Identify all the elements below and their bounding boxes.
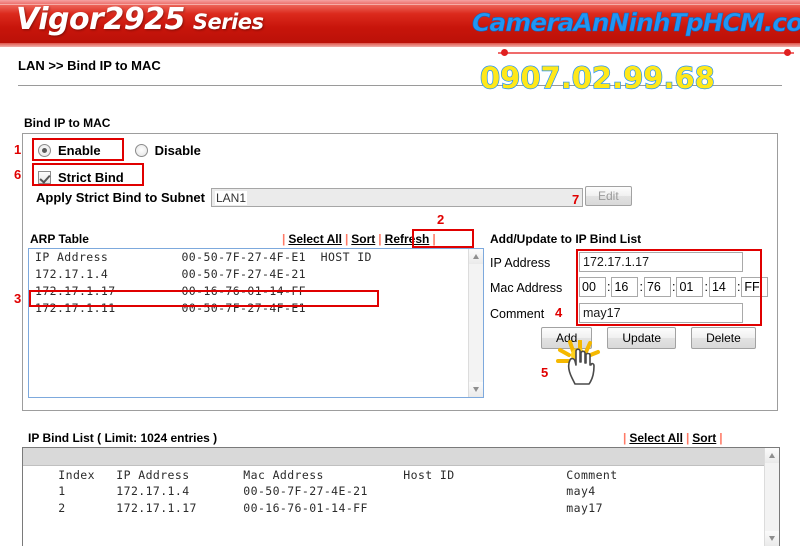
arp-sort-link[interactable]: Sort xyxy=(351,232,375,246)
page-title: Bind IP to MAC xyxy=(24,116,111,130)
mac-address-label: Mac Address xyxy=(490,281,563,295)
mode-radio-group: Enable Disable xyxy=(38,140,201,160)
scroll-down-button[interactable] xyxy=(765,531,779,546)
column-header-mac: Mac Address xyxy=(243,468,324,482)
link-separator: | xyxy=(719,431,723,445)
link-separator: | xyxy=(378,232,382,246)
link-separator: | xyxy=(282,232,286,246)
column-header-index: Index xyxy=(58,468,95,482)
update-button[interactable]: Update xyxy=(607,327,677,349)
comment-label: Comment xyxy=(490,307,545,321)
ip-bind-list-header: Index IP Address Mac Address Host ID Comment xyxy=(23,448,779,482)
ip-bind-list-links: | Select All | Sort | xyxy=(620,431,726,445)
radio-disable-label: Disable xyxy=(154,142,201,158)
radio-disable[interactable] xyxy=(134,143,148,157)
arp-table-title: ARP Table xyxy=(30,232,89,246)
add-update-title: Add/Update to IP Bind List xyxy=(490,232,642,246)
annotation-number-3: 3 xyxy=(14,291,22,306)
form-button-row: Add Update Delete xyxy=(541,327,756,349)
arp-table-listbox[interactable]: IP Address 00-50-7F-27-4F-E1 HOST ID 172… xyxy=(28,248,484,398)
watermark-phone: 0907.02.99.68 xyxy=(479,60,715,95)
arp-table-row[interactable]: 172.17.1.4 00-50-7F-27-4E-21 xyxy=(29,266,483,283)
annotation-number-1: 1 xyxy=(14,142,22,157)
triangle-up-icon xyxy=(769,453,775,458)
scroll-up-button[interactable] xyxy=(765,448,779,463)
annotation-number-5: 5 xyxy=(541,365,549,380)
watermark-site: CameraAnNinhTpHCM.com xyxy=(472,8,800,38)
ip-bind-list-scrollbar[interactable] xyxy=(764,448,779,546)
watermark-rule xyxy=(498,52,794,54)
arp-header-row: IP Address 00-50-7F-27-4F-E1 HOST ID xyxy=(35,250,372,264)
column-header-host: Host ID xyxy=(403,468,455,482)
annotation-number-4: 4 xyxy=(555,305,563,320)
arp-table-row[interactable]: 172.17.1.11 00-50-7F-27-4F-E1 xyxy=(29,300,483,317)
arp-table-row[interactable]: 172.17.1.17 00-16-76-01-14-FF xyxy=(29,283,483,300)
radio-enable-label: Enable xyxy=(58,142,101,158)
link-separator: | xyxy=(623,431,627,445)
triangle-up-icon xyxy=(473,254,479,259)
triangle-down-icon xyxy=(769,536,775,541)
breadcrumb: LAN >> Bind IP to MAC xyxy=(18,58,161,73)
scroll-up-button[interactable] xyxy=(469,249,483,264)
link-separator: | xyxy=(432,232,436,246)
arp-scrollbar[interactable] xyxy=(468,249,483,397)
ip-address-label: IP Address xyxy=(490,256,551,270)
annotation-number-2: 2 xyxy=(437,212,445,227)
link-separator: | xyxy=(344,232,349,246)
cell-comment: may17 xyxy=(566,501,603,515)
cell-ip: 172.17.1.4 xyxy=(116,484,190,498)
subnet-value: LAN1 xyxy=(215,191,248,205)
mac-octet-4[interactable]: 01 xyxy=(676,277,704,297)
arp-select-all-link[interactable]: Select All xyxy=(288,232,342,246)
mac-octet-5[interactable]: 14 xyxy=(708,277,736,297)
cell-mac: 00-50-7F-27-4E-21 xyxy=(243,484,368,498)
cell-ip: 172.17.1.17 xyxy=(116,501,197,515)
cell-mac: 00-16-76-01-14-FF xyxy=(243,501,368,515)
annotation-number-6: 6 xyxy=(14,167,22,182)
cell-index: 2 xyxy=(58,501,66,515)
delete-button[interactable]: Delete xyxy=(691,327,756,349)
logo-series: Series xyxy=(192,10,264,34)
mac-octet-2[interactable]: 16 xyxy=(611,277,639,297)
watermark-dot-left xyxy=(501,49,508,56)
cell-comment: may4 xyxy=(566,484,596,498)
strict-bind-label: Strict Bind xyxy=(58,169,124,185)
arp-table-links: | Select All | Sort | Refresh | xyxy=(279,232,439,246)
product-logo: Vigor2925 Series xyxy=(16,2,264,37)
subnet-row: Apply Strict Bind to Subnet LAN1 xyxy=(36,188,583,207)
ip-bind-list-title: IP Bind List ( Limit: 1024 entries ) xyxy=(28,431,218,445)
mac-address-field-group: 00 : 16 : 76 : 01 : 14 : FF xyxy=(579,277,769,297)
mac-octet-1[interactable]: 00 xyxy=(579,277,606,297)
watermark-dot-right xyxy=(784,49,791,56)
annotation-number-7: 7 xyxy=(572,192,580,207)
column-header-ip: IP Address xyxy=(116,468,190,482)
subnet-input[interactable]: LAN1 xyxy=(211,188,583,207)
mac-octet-6[interactable]: FF xyxy=(741,277,769,297)
add-button[interactable]: Add xyxy=(541,327,593,349)
arp-refresh-link[interactable]: Refresh xyxy=(385,232,430,246)
link-separator: | xyxy=(685,431,690,445)
scroll-down-button[interactable] xyxy=(469,382,483,397)
comment-input[interactable]: may17 xyxy=(579,303,743,323)
bind-sort-link[interactable]: Sort xyxy=(692,431,716,445)
edit-button[interactable]: Edit xyxy=(585,186,632,206)
mac-octet-3[interactable]: 76 xyxy=(643,277,671,297)
column-header-comment: Comment xyxy=(566,468,618,482)
cell-index: 1 xyxy=(58,484,66,498)
logo-model: Vigor2925 xyxy=(16,2,185,37)
ip-address-input[interactable]: 172.17.1.17 xyxy=(579,252,743,272)
triangle-down-icon xyxy=(473,387,479,392)
ip-bind-list-table[interactable]: Index IP Address Mac Address Host ID Comment… xyxy=(22,447,780,546)
checkbox-strict-bind[interactable] xyxy=(38,170,51,184)
subnet-label: Apply Strict Bind to Subnet xyxy=(36,190,205,205)
strict-bind-row: Strict Bind xyxy=(38,168,124,186)
radio-enable[interactable] xyxy=(38,143,51,157)
bind-select-all-link[interactable]: Select All xyxy=(629,431,683,445)
